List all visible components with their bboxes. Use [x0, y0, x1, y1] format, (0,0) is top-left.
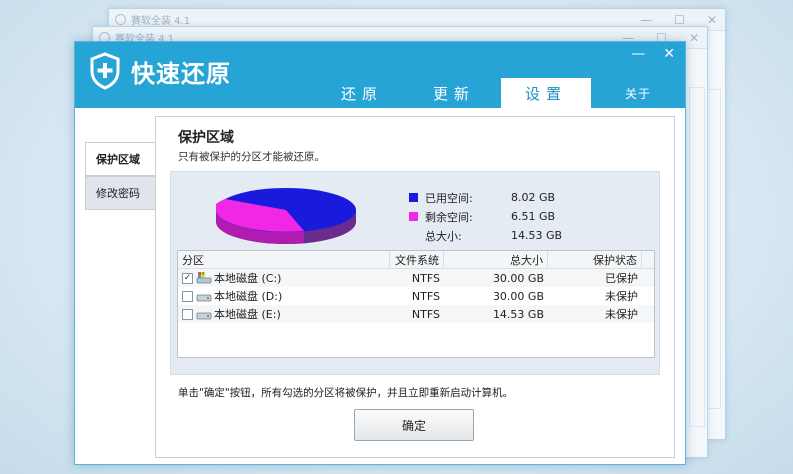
content-panel: 保护区域 只有被保护的分区才能被还原。 已用空间: 8.02 GB 剩余空间: …	[155, 116, 675, 458]
partition-status: 未保护	[605, 290, 638, 303]
partition-size: 14.53 GB	[492, 307, 544, 321]
partition-checkbox-e[interactable]	[182, 308, 193, 320]
table-body: ✓ 本地磁盘 (C:) NTFS 30.00 GB 已保护 本地磁盘 (D:) …	[178, 269, 654, 323]
minimize-icon: —	[640, 13, 653, 27]
column-header-status[interactable]: 保护状态	[548, 251, 642, 268]
tab-restore[interactable]: 还原	[321, 78, 403, 108]
tab-about[interactable]: 关于	[603, 78, 673, 108]
total-label: 总大小:	[425, 229, 462, 243]
partition-name: 本地磁盘 (D:)	[214, 290, 283, 303]
partition-size: 30.00 GB	[492, 271, 544, 285]
panel-title: 保护区域	[178, 130, 234, 146]
tab-update[interactable]: 更新	[413, 78, 495, 108]
used-color-swatch	[409, 193, 418, 202]
free-label: 剩余空间:	[425, 210, 473, 224]
partition-status: 未保护	[605, 308, 638, 321]
partition-fs: NTFS	[411, 307, 440, 321]
column-header-filesystem[interactable]: 文件系统	[390, 251, 444, 268]
ok-button[interactable]: 确定	[354, 409, 474, 441]
used-value: 8.02 GB	[511, 191, 556, 204]
total-value: 14.53 GB	[511, 229, 563, 242]
legend-used: 已用空间: 8.02 GB	[409, 188, 581, 207]
sidebar: 保护区域 修改密码	[85, 142, 155, 210]
column-header-size[interactable]: 总大小	[444, 251, 548, 268]
drive-icon	[196, 312, 212, 320]
tab-settings[interactable]: 设置	[501, 78, 591, 108]
sidebar-item-change-password[interactable]: 修改密码	[85, 176, 155, 210]
table-row[interactable]: ✓ 本地磁盘 (C:) NTFS 30.00 GB 已保护	[178, 269, 654, 287]
disk-usage-box: 已用空间: 8.02 GB 剩余空间: 6.51 GB 总大小: 14.53 G…	[170, 171, 660, 375]
partition-size: 30.00 GB	[492, 289, 544, 303]
panel-subtitle: 只有被保护的分区才能被还原。	[178, 151, 325, 163]
table-header: 分区 文件系统 总大小 保护状态	[178, 251, 654, 269]
background-window-title: 赛软全装 4.1	[131, 16, 191, 27]
legend-free: 剩余空间: 6.51 GB	[409, 207, 581, 226]
used-label: 已用空间:	[425, 191, 473, 205]
free-value: 6.51 GB	[511, 210, 556, 223]
legend-total: 总大小: 14.53 GB	[409, 226, 581, 245]
partition-name: 本地磁盘 (E:)	[214, 308, 281, 321]
system-drive-icon	[196, 272, 212, 284]
maximize-icon: ☐	[674, 13, 685, 27]
free-color-swatch	[409, 212, 418, 221]
app-icon	[115, 14, 126, 25]
close-icon: ✕	[706, 13, 717, 27]
sidebar-item-protection-area[interactable]: 保护区域	[85, 142, 155, 176]
close-icon: ✕	[688, 31, 699, 45]
partition-checkbox-d[interactable]	[182, 290, 193, 302]
table-row[interactable]: 本地磁盘 (E:) NTFS 14.53 GB 未保护	[178, 305, 654, 323]
tab-bar: 还原 更新 设置 关于	[75, 42, 685, 108]
drive-icon	[196, 294, 212, 302]
disk-usage-legend: 已用空间: 8.02 GB 剩余空间: 6.51 GB 总大小: 14.53 G…	[409, 188, 581, 245]
partition-fs: NTFS	[411, 271, 440, 285]
disk-usage-pie-chart	[216, 188, 356, 244]
partition-status: 已保护	[605, 272, 638, 285]
main-window: 快速还原 — ✕ 还原 更新 设置 关于 保护区域 修改密码 保护区域 只有被保…	[74, 41, 686, 465]
partition-fs: NTFS	[411, 289, 440, 303]
table-row[interactable]: 本地磁盘 (D:) NTFS 30.00 GB 未保护	[178, 287, 654, 305]
partition-name: 本地磁盘 (C:)	[214, 272, 282, 285]
column-header-partition[interactable]: 分区	[178, 251, 390, 268]
partition-checkbox-c[interactable]: ✓	[182, 272, 193, 284]
partition-table: 分区 文件系统 总大小 保护状态 ✓ 本地磁盘 (C:) NTFS 30.00 …	[177, 250, 655, 358]
instruction-note: 单击"确定"按钮，所有勾选的分区将被保护，并且立即重新启动计算机。	[178, 387, 514, 399]
